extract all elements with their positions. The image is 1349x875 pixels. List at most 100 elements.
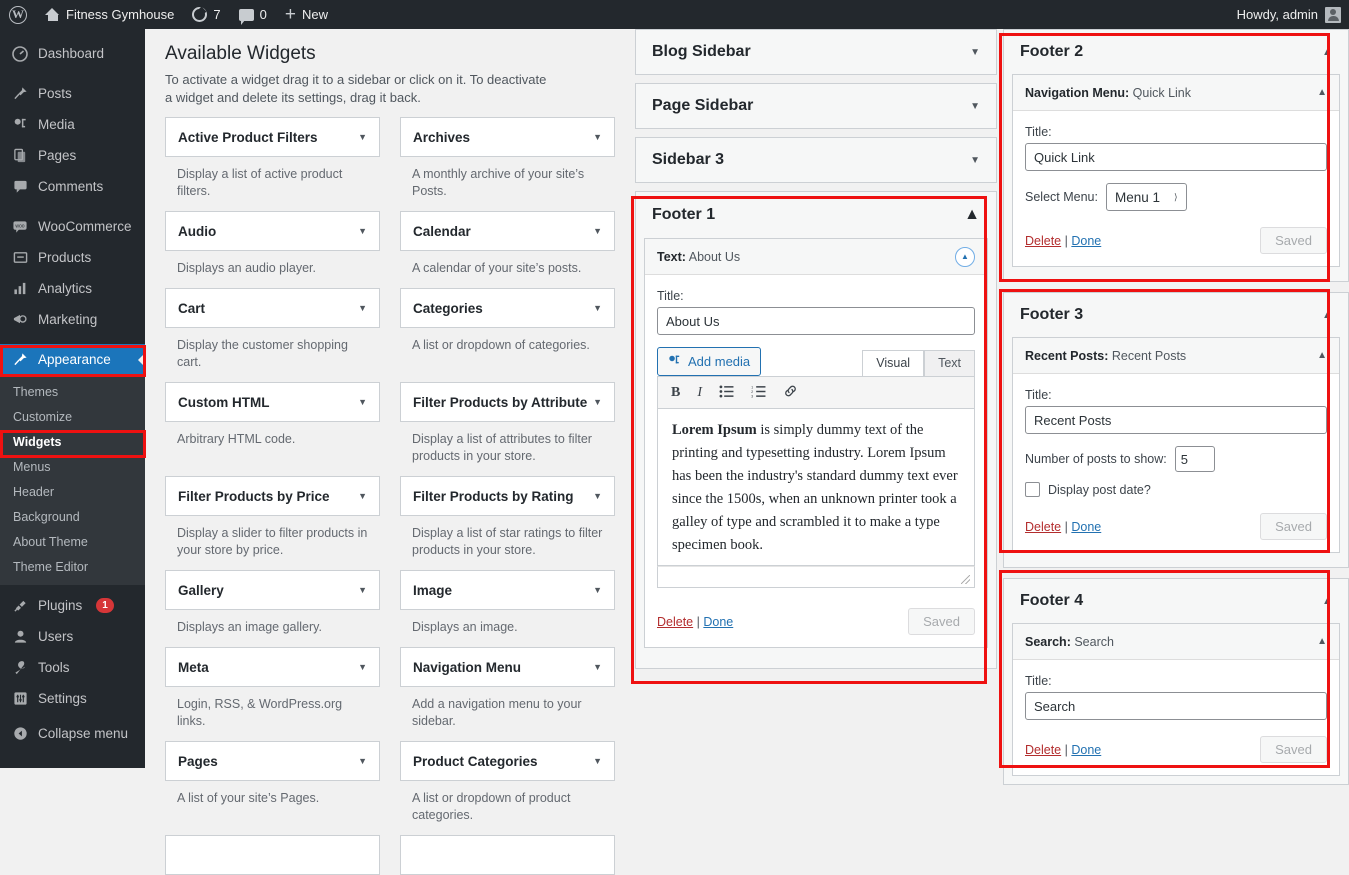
chevron-down-icon[interactable]: ▼ [358, 226, 367, 236]
chevron-up-icon[interactable]: ▲ [1322, 310, 1332, 321]
sidebar-item-plugins[interactable]: Plugins 1 [0, 590, 145, 621]
sidebar-sidebar-3[interactable]: Sidebar 3 ▼ [635, 137, 997, 183]
widget-gallery[interactable]: Gallery ▼ [165, 570, 380, 610]
sidebar-item-users[interactable]: Users [0, 621, 145, 652]
widget-header[interactable]: Text: About Us ▲ [645, 239, 987, 275]
sidebar-item-posts[interactable]: Posts [0, 78, 145, 109]
tab-text[interactable]: Text [924, 350, 975, 376]
sidebar-subitem-themes[interactable]: Themes [0, 379, 145, 404]
done-link[interactable]: Done [703, 615, 733, 629]
done-link[interactable]: Done [1071, 520, 1101, 534]
tab-visual[interactable]: Visual [862, 350, 925, 376]
sidebar-item-appearance[interactable]: Appearance [0, 344, 145, 375]
title-input[interactable] [657, 307, 975, 335]
link-icon[interactable] [783, 384, 798, 401]
widget-header[interactable]: Search: Search ▲ [1013, 624, 1339, 660]
sidebar-footer-1-header[interactable]: Footer 1 ▲ [636, 192, 996, 238]
widget-filter-products-by-rating[interactable]: Filter Products by Rating ▼ [400, 476, 615, 516]
chevron-down-icon[interactable]: ▼ [593, 756, 602, 766]
widget-filter-products-by-attribute[interactable]: Filter Products by Attribute ▼ [400, 382, 615, 422]
chevron-down-icon[interactable]: ▼ [358, 585, 367, 595]
sidebar-item-collapse-menu[interactable]: Collapse menu [0, 718, 145, 749]
delete-link[interactable]: Delete [657, 615, 693, 629]
widget-row-partial[interactable] [400, 835, 615, 875]
chevron-down-icon[interactable]: ▼ [970, 101, 980, 112]
sidebar-blog-sidebar[interactable]: Blog Sidebar ▼ [635, 29, 997, 75]
sidebar-item-settings[interactable]: Settings [0, 683, 145, 714]
sidebar-item-woocommerce[interactable]: woo WooCommerce [0, 211, 145, 242]
widget-image[interactable]: Image ▼ [400, 570, 615, 610]
sidebar-item-pages[interactable]: Pages [0, 140, 145, 171]
chevron-down-icon[interactable]: ▼ [593, 132, 602, 142]
chevron-up-icon[interactable]: ▲ [1317, 350, 1327, 361]
widget-audio[interactable]: Audio ▼ [165, 211, 380, 251]
editor-content[interactable]: Lorem Ipsum is simply dummy text of the … [657, 409, 975, 566]
numbered-list-icon[interactable]: 123 [751, 385, 766, 401]
delete-link[interactable]: Delete [1025, 520, 1061, 534]
wp-logo-menu[interactable]: W [0, 0, 36, 29]
sidebar-subitem-menus[interactable]: Menus [0, 454, 145, 479]
sidebar-item-marketing[interactable]: Marketing [0, 304, 145, 335]
widget-calendar[interactable]: Calendar ▼ [400, 211, 615, 251]
widget-pages[interactable]: Pages ▼ [165, 741, 380, 781]
chevron-down-icon[interactable]: ▼ [358, 132, 367, 142]
chevron-down-icon[interactable]: ▼ [358, 756, 367, 766]
number-of-posts-input[interactable] [1174, 446, 1215, 472]
widget-product-categories[interactable]: Product Categories ▼ [400, 741, 615, 781]
select-menu-dropdown[interactable]: Menu 1 ⟩ [1105, 183, 1187, 211]
widget-active-product-filters[interactable]: Active Product Filters ▼ [165, 117, 380, 157]
chevron-down-icon[interactable]: ▼ [593, 303, 602, 313]
widget-row-partial[interactable] [165, 835, 380, 875]
widget-header[interactable]: Navigation Menu: Quick Link ▲ [1013, 75, 1339, 111]
chevron-up-icon[interactable]: ▲ [1317, 87, 1327, 98]
italic-icon[interactable]: I [697, 385, 702, 401]
chevron-up-icon[interactable]: ▲ [1322, 47, 1332, 58]
chevron-down-icon[interactable]: ▼ [593, 585, 602, 595]
widget-categories[interactable]: Categories ▼ [400, 288, 615, 328]
panel-footer-4-header[interactable]: Footer 4 ▲ [1004, 579, 1348, 623]
done-link[interactable]: Done [1071, 234, 1101, 248]
chevron-up-icon[interactable]: ▲ [1322, 596, 1332, 607]
sidebar-item-dashboard[interactable]: Dashboard [0, 38, 145, 69]
title-input[interactable] [1025, 692, 1327, 720]
widget-navigation-menu[interactable]: Navigation Menu ▼ [400, 647, 615, 687]
widget-header[interactable]: Recent Posts: Recent Posts ▲ [1013, 338, 1339, 374]
chevron-down-icon[interactable]: ▼ [593, 397, 602, 407]
chevron-down-icon[interactable]: ▼ [358, 303, 367, 313]
add-media-button[interactable]: Add media [657, 347, 762, 376]
chevron-up-icon[interactable]: ▲ [1317, 636, 1327, 647]
chevron-down-icon[interactable]: ▼ [593, 226, 602, 236]
chevron-down-icon[interactable]: ▼ [970, 155, 980, 166]
title-input[interactable] [1025, 143, 1327, 171]
chevron-down-icon[interactable]: ▼ [358, 491, 367, 501]
chevron-down-icon[interactable]: ▼ [593, 662, 602, 672]
sidebar-item-media[interactable]: Media [0, 109, 145, 140]
sidebar-item-comments[interactable]: Comments [0, 171, 145, 202]
bold-icon[interactable]: B [671, 385, 680, 401]
sidebar-subitem-widgets[interactable]: Widgets [0, 429, 145, 454]
sidebar-subitem-customize[interactable]: Customize [0, 404, 145, 429]
delete-link[interactable]: Delete [1025, 743, 1061, 757]
display-post-date-row[interactable]: Display post date? [1025, 482, 1327, 497]
comments-menu[interactable]: 0 [230, 0, 276, 29]
sidebar-item-analytics[interactable]: Analytics [0, 273, 145, 304]
widget-archives[interactable]: Archives ▼ [400, 117, 615, 157]
new-content-menu[interactable]: + New [276, 0, 337, 29]
widget-filter-products-by-price[interactable]: Filter Products by Price ▼ [165, 476, 380, 516]
sidebar-page-sidebar[interactable]: Page Sidebar ▼ [635, 83, 997, 129]
sidebar-item-tools[interactable]: Tools [0, 652, 145, 683]
panel-footer-3-header[interactable]: Footer 3 ▲ [1004, 293, 1348, 337]
display-post-date-checkbox[interactable] [1025, 482, 1040, 497]
widget-cart[interactable]: Cart ▼ [165, 288, 380, 328]
sidebar-subitem-about-theme[interactable]: About Theme [0, 529, 145, 554]
delete-link[interactable]: Delete [1025, 234, 1061, 248]
panel-footer-2-header[interactable]: Footer 2 ▲ [1004, 30, 1348, 74]
title-input[interactable] [1025, 406, 1327, 434]
updates-menu[interactable]: 7 [183, 0, 229, 29]
done-link[interactable]: Done [1071, 743, 1101, 757]
sidebar-subitem-background[interactable]: Background [0, 504, 145, 529]
editor-resize-handle[interactable] [657, 566, 975, 588]
chevron-up-icon[interactable]: ▲ [964, 206, 980, 224]
account-menu[interactable]: Howdy, admin [1237, 6, 1349, 23]
widget-meta[interactable]: Meta ▼ [165, 647, 380, 687]
